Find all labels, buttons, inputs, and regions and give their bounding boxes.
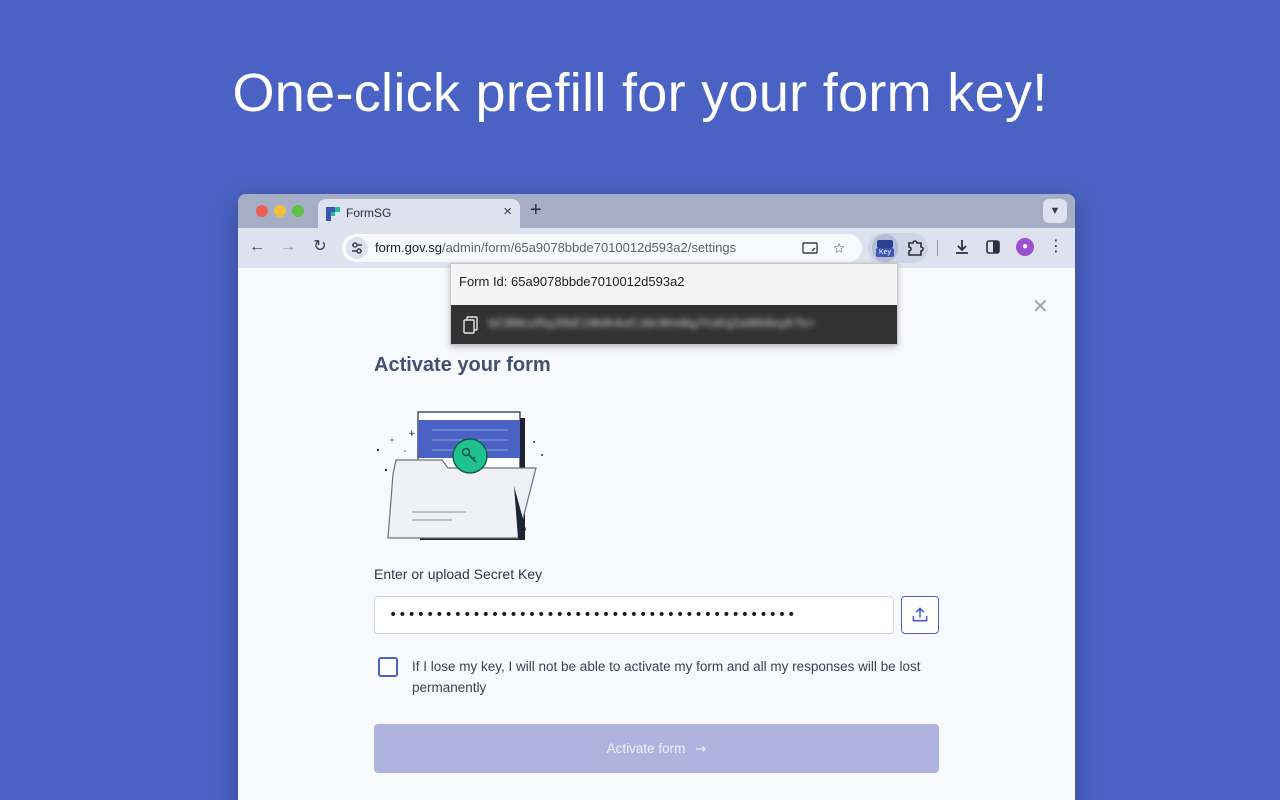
more-menu-icon[interactable]: ⋮ [1045,236,1067,258]
chevron-down-icon: ▼ [1049,205,1061,217]
page-title: Activate your form [374,354,551,376]
settings-page: ✕ Activate your form + Enter or upload S… [238,268,1075,800]
secret-key-label: Enter or upload Secret Key [374,566,543,582]
url-path: /admin/form/65a9078bbde7010012d593a2/set… [441,240,737,255]
url-text: form.gov.sg/admin/form/65a9078bbde701001… [375,240,736,255]
toolbar-divider [937,240,938,256]
close-window-button[interactable] [256,205,268,217]
secret-key-row[interactable]: bC8MczRqJ0bE1Wdh4oCJdcWm8qJYuKtj2aWb9xyK… [451,305,897,344]
acknowledge-checkbox[interactable] [378,657,398,677]
new-tab-button[interactable]: + [530,199,542,222]
minimize-window-button[interactable] [274,205,286,217]
activate-form-label: Activate form [606,741,686,756]
upload-key-button[interactable] [901,596,939,634]
puzzle-icon[interactable] [904,236,926,258]
secret-key-blurred: bC8MczRqJ0bE1Wdh4oCJdcWm8qJYuKtj2aWb9xyK… [489,316,816,330]
key-extension-button[interactable]: Key [872,234,898,262]
tab-search-button[interactable]: ▼ [1043,199,1067,223]
url-host: form.gov.sg [375,240,442,255]
secret-key-value: ••••••••••••••••••••••••••••••••••••••••… [389,607,797,623]
page-headline: One-click prefill for your form key! [232,63,1048,123]
browser-toolbar: ← → ↻ form.gov.sg/admin/form/65a9078bbde… [238,228,1075,268]
close-icon[interactable]: ✕ [1032,294,1049,319]
bookmark-star-icon[interactable]: ☆ [829,238,849,258]
reload-icon[interactable]: ↻ [309,236,331,258]
side-panel-icon[interactable] [982,236,1004,258]
key-extension-label: Key [876,248,894,257]
acknowledge-text: If I lose my key, I will not be able to … [412,659,921,695]
site-settings-icon[interactable] [346,237,368,259]
download-icon[interactable] [951,236,973,258]
tab-strip: FormSG × + ▼ [238,194,1075,228]
tab-close-icon[interactable]: × [503,203,512,220]
activate-form-button[interactable]: Activate form → [374,724,939,773]
tab-title: FormSG [346,206,392,220]
upload-icon [912,607,928,622]
form-id-text: Form Id: 65a9078bbde7010012d593a2 [459,274,685,289]
back-icon[interactable]: ← [246,236,268,258]
tab-formsg[interactable]: FormSG × [318,199,520,228]
secret-key-input[interactable]: ••••••••••••••••••••••••••••••••••••••••… [374,596,894,634]
formsg-logo-icon [326,207,340,221]
arrow-right-icon: → [695,741,707,757]
profile-avatar[interactable]: ● [1016,238,1034,256]
folder-key-illustration: + [376,411,543,540]
key-extension-popup: Form Id: 65a9078bbde7010012d593a2 bC8Mcz… [450,263,898,345]
address-bar[interactable]: form.gov.sg/admin/form/65a9078bbde701001… [342,234,862,262]
copy-icon[interactable] [463,316,479,334]
svg-text:+: + [408,429,416,439]
forward-icon[interactable]: → [277,236,299,258]
cast-icon[interactable] [800,238,820,258]
maximize-window-button[interactable] [292,205,304,217]
